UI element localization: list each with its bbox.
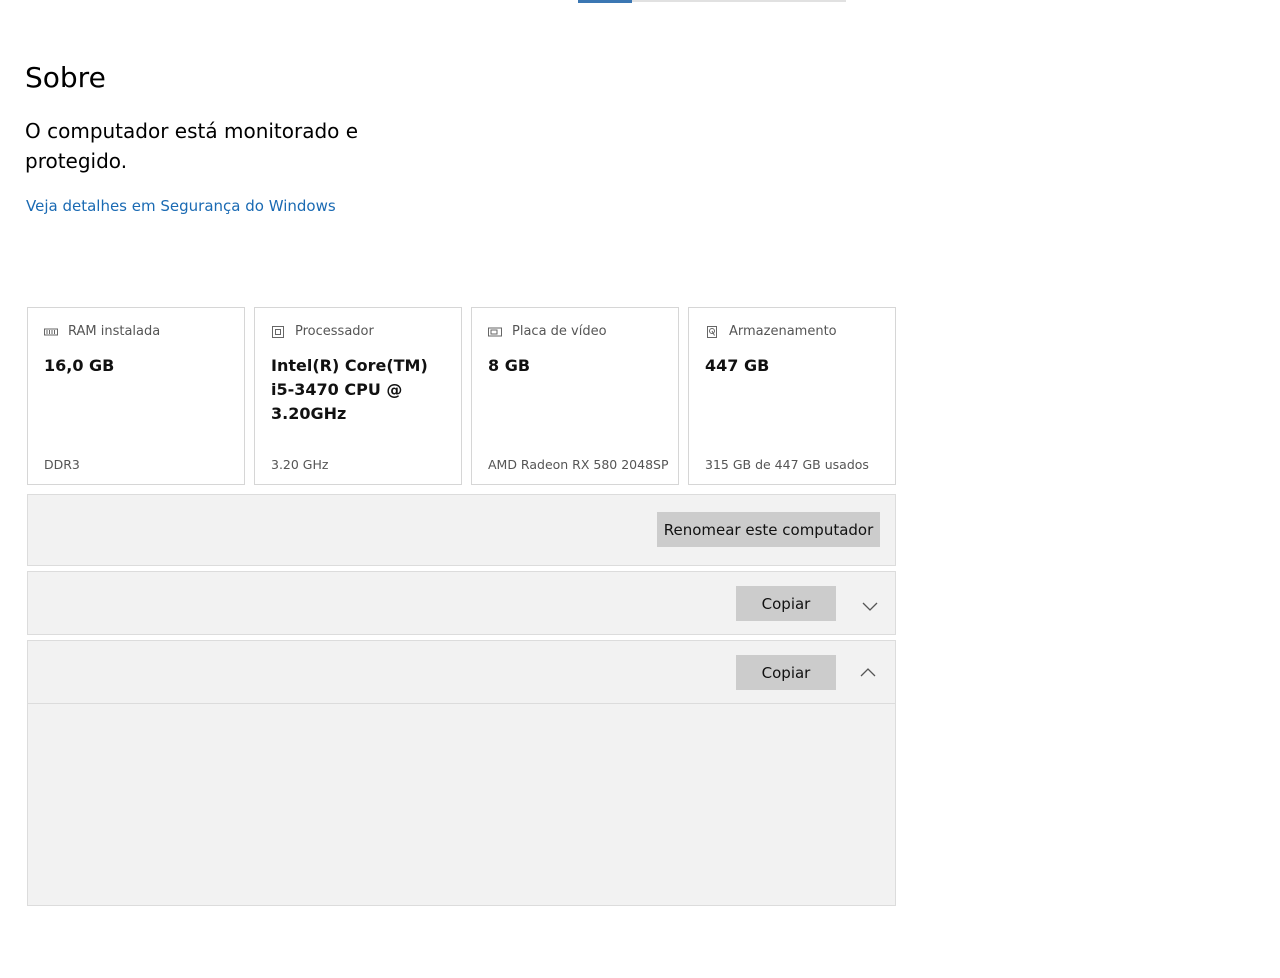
spec-card-processor: Processador Intel(R) Core(TM) i5-3470 CP… [254, 307, 462, 485]
copy-device-specs-button[interactable]: Copiar [736, 586, 836, 621]
windows-specs-panel: Copiar [27, 640, 896, 906]
spec-card-storage: Armazenamento 447 GB 315 GB de 447 GB us… [688, 307, 896, 485]
spec-card-detail: DDR3 [44, 457, 80, 472]
chevron-down-icon[interactable] [861, 597, 879, 611]
chevron-up-icon[interactable] [859, 664, 877, 677]
windows-specs-content [28, 704, 895, 905]
device-specs-panel[interactable]: Copiar [27, 571, 896, 635]
processor-icon [271, 325, 285, 338]
spec-card-detail: 315 GB de 447 GB usados [705, 457, 869, 472]
spec-card-label: Processador [295, 324, 374, 339]
spec-card-label: RAM instalada [68, 324, 161, 339]
spec-card-value: Intel(R) Core(TM) i5-3470 CPU @ 3.20GHz [271, 356, 428, 423]
rename-panel: Renomear este computador [27, 494, 896, 566]
page-title: Sobre [25, 61, 106, 94]
protection-status-text: O computador está monitorado e protegido… [25, 119, 359, 173]
spec-card-header: RAM instalada [44, 324, 160, 339]
spec-card-ram: RAM instalada 16,0 GB DDR3 [27, 307, 245, 485]
settings-about-page: Sobre O computador está monitorado e pro… [0, 0, 1280, 978]
spec-card-value: 447 GB [705, 356, 770, 375]
spec-card-header: Placa de vídeo [488, 324, 607, 339]
spec-card-header: Processador [271, 324, 374, 339]
copy-windows-specs-button[interactable]: Copiar [736, 655, 836, 690]
spec-card-value: 8 GB [488, 356, 531, 375]
tab-active-indicator [578, 0, 632, 3]
spec-card-gpu: Placa de vídeo 8 GB AMD Radeon RX 580 20… [471, 307, 679, 485]
security-details-link[interactable]: Veja detalhes em Segurança do Windows [26, 197, 336, 215]
spec-card-detail: AMD Radeon RX 580 2048SP [488, 457, 669, 472]
rename-computer-button[interactable]: Renomear este computador [657, 512, 880, 547]
spec-card-label: Placa de vídeo [512, 324, 607, 339]
storage-icon [705, 325, 719, 338]
spec-card-detail: 3.20 GHz [271, 457, 329, 472]
spec-card-header: Armazenamento [705, 324, 837, 339]
ram-icon [44, 326, 58, 338]
gpu-icon [488, 326, 502, 338]
spec-card-label: Armazenamento [729, 324, 837, 339]
spec-card-value: 16,0 GB [44, 356, 115, 375]
